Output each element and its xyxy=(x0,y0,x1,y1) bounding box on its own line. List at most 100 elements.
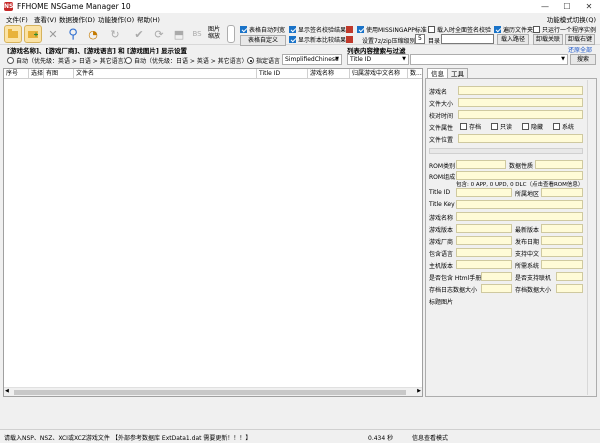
attr-archive-checkbox[interactable]: 存档 xyxy=(460,122,481,131)
field-game-name xyxy=(458,86,583,95)
col-more[interactable]: 数... xyxy=(408,69,422,79)
single-instance-checkbox[interactable]: 只运行一个程序实例 xyxy=(533,25,596,34)
unload-right-button[interactable]: 卸载右键 xyxy=(565,34,595,45)
rom-detail-link[interactable]: 包含: 0 APP, 0 UPD, 0 DLC（点击查看ROM信息） xyxy=(456,180,583,188)
search-icon[interactable]: ⚲ xyxy=(64,25,82,43)
col-index[interactable]: 序号 xyxy=(4,69,29,79)
scroll-thumb[interactable] xyxy=(14,390,406,395)
menu-data[interactable]: 数据操作(D) xyxy=(59,14,95,24)
field-title-id xyxy=(456,188,512,197)
menu-view[interactable]: 查看(V) xyxy=(34,14,57,24)
app-icon: NS xyxy=(4,2,14,11)
label-req-sys: 所需系统 xyxy=(515,263,540,270)
field-req-sys xyxy=(541,260,583,269)
status-bar: 请载入NSP、NSZ、XCI或XCZ游戏文件 【外部参考数据库 ExtData1… xyxy=(0,429,600,443)
maximize-button[interactable]: ☐ xyxy=(556,0,578,13)
status-time: 0.434 秒 xyxy=(368,435,394,442)
tab-tools[interactable]: 工具 xyxy=(447,68,468,78)
label-support-cn: 支持中文 xyxy=(515,251,540,258)
display-settings-header: [游戏名称]、[游戏厂商]、[游戏语言] 和 [游戏图片] 显示设置 xyxy=(7,47,188,55)
field-lang xyxy=(456,248,512,257)
compress-level-label: 设置7z/zip压缩级别 xyxy=(362,38,416,45)
refresh-icon[interactable]: ↻ xyxy=(106,25,124,43)
radio-auto-jp[interactable]: 自动（优先级：日语 > 英语 > 其它语言） xyxy=(125,56,248,65)
label-save-data: 存档数据大小 xyxy=(515,287,552,294)
info-vertical-scrollbar[interactable] xyxy=(587,80,595,395)
ver-color-swatch[interactable] xyxy=(346,36,353,43)
scroll-right-icon[interactable]: ▶ xyxy=(417,388,421,394)
display-options-panel: [游戏名称]、[游戏厂商]、[游戏语言] 和 [游戏图片] 显示设置 自动（优先… xyxy=(3,45,423,67)
show-new-ver-checkbox[interactable]: 显示新本比较结果 xyxy=(289,35,346,44)
status-hint: 请载入NSP、NSZ、XCI或XCZ游戏文件 xyxy=(4,435,110,442)
label-data-nature: 数据性质 xyxy=(509,163,534,170)
image-scale-slider[interactable] xyxy=(227,25,235,43)
show-sig-checkbox[interactable]: 显示签名校验结果 xyxy=(289,25,346,34)
attr-system-checkbox[interactable]: 系统 xyxy=(553,122,574,131)
remove-icon[interactable]: ✕ xyxy=(44,25,62,43)
minimize-button[interactable]: — xyxy=(534,0,556,13)
field-game-name2 xyxy=(456,212,583,221)
menu-mode-switch[interactable]: 功能模式切换(Q) xyxy=(547,14,596,24)
label-title-id: Title ID xyxy=(429,189,451,196)
label-save-size: 存档日志数据大小 xyxy=(429,287,478,294)
auto-col-width-checkbox[interactable]: 表格自动列宽 xyxy=(240,25,285,34)
col-cn-name[interactable]: 归属游戏中文名称 xyxy=(350,69,408,79)
bs-icon[interactable]: BS xyxy=(188,25,206,43)
add-folder-icon[interactable] xyxy=(24,25,42,43)
field-html-manual xyxy=(481,272,512,281)
horizontal-scrollbar[interactable]: ◀ ▶ xyxy=(4,387,422,396)
menu-help[interactable]: 帮助(H) xyxy=(137,14,160,24)
field-publisher xyxy=(456,236,512,245)
load-path-button[interactable]: 载入路径 xyxy=(497,34,529,45)
field-title-key xyxy=(456,200,583,209)
unload-assoc-button[interactable]: 卸载关联 xyxy=(533,34,563,45)
field-latest-ver xyxy=(541,224,583,233)
col-select[interactable]: 选择 xyxy=(29,69,44,79)
col-title-id[interactable]: Title ID xyxy=(257,69,308,79)
reset-all-link[interactable]: 还原全部 xyxy=(568,45,592,54)
field-rom-type xyxy=(456,160,506,169)
close-button[interactable]: ✕ xyxy=(578,0,600,13)
window-title: FFHOME NSGame Manager 10 xyxy=(17,2,131,11)
open-file-icon[interactable] xyxy=(4,25,22,43)
tab-info[interactable]: 信息 xyxy=(427,68,448,78)
search-button[interactable]: 搜索 xyxy=(570,54,596,65)
label-game-name: 游戏名 xyxy=(429,89,448,96)
verify-icon[interactable]: ✔ xyxy=(130,25,148,43)
label-file-attr: 文件属性 xyxy=(429,125,454,132)
game-table: 序号 选择 有图 文件名 Title ID 游戏名称 归属游戏中文名称 数...… xyxy=(3,68,423,397)
field-main-ver xyxy=(456,260,512,269)
attr-hidden-checkbox[interactable]: 隐藏 xyxy=(522,122,543,131)
label-release: 发布日期 xyxy=(515,239,540,246)
missingapp-checkbox[interactable]: 使用MISSINGAPP标准 xyxy=(357,25,427,34)
compress-level-field[interactable]: 5 xyxy=(415,34,425,44)
full-sig-check-checkbox[interactable]: 载入时全面签名校验 xyxy=(428,25,491,34)
field-save-size xyxy=(481,284,512,293)
traverse-folder-checkbox[interactable]: 遍历文件夹 xyxy=(494,25,533,34)
convert-icon[interactable]: ⟳ xyxy=(150,25,168,43)
field-save-data xyxy=(556,284,583,293)
image-scale-label: 图片 缩放 xyxy=(208,26,221,40)
field-rom-comp xyxy=(456,171,583,180)
label-rom-comp: ROM组成 xyxy=(429,174,456,181)
search-field-select[interactable]: Title ID ▼ xyxy=(347,54,409,65)
col-filename[interactable]: 文件名 xyxy=(74,69,257,79)
col-game-name[interactable]: 游戏名称 xyxy=(308,69,350,79)
sig-color-swatch[interactable] xyxy=(346,26,353,33)
radio-specify-lang[interactable]: 指定语言 xyxy=(247,56,280,65)
field-online xyxy=(556,272,583,281)
attr-readonly-checkbox[interactable]: 只读 xyxy=(491,122,512,131)
menu-file[interactable]: 文件(F) xyxy=(6,14,28,24)
export-icon[interactable]: ⬒ xyxy=(170,25,188,43)
search-value-select[interactable]: ▼ xyxy=(410,54,568,65)
menu-function[interactable]: 功能操作(O) xyxy=(98,14,134,24)
file-pos-scrollbar[interactable] xyxy=(429,148,583,154)
update-icon[interactable]: ◔ xyxy=(84,25,102,43)
dir-label: 目录 xyxy=(428,38,441,45)
radio-auto-en[interactable]: 自动（优先级：英语 > 日语 > 其它语言） xyxy=(7,56,130,65)
dir-input[interactable] xyxy=(441,34,494,44)
scroll-left-icon[interactable]: ◀ xyxy=(5,388,9,394)
label-main-ver: 主机版本 xyxy=(429,263,454,270)
language-select[interactable]: SimplifiedChinese ▼ xyxy=(282,54,342,65)
col-has-image[interactable]: 有图 xyxy=(44,69,74,79)
